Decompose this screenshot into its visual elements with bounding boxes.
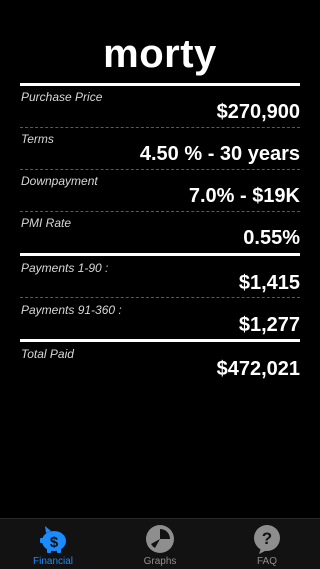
tab-graphs-label: Graphs — [143, 556, 177, 567]
terms-value[interactable]: 4.50 % - 30 years — [140, 142, 300, 166]
payments-1-90-label: Payments 1-90 : — [21, 261, 109, 275]
pie-chart-icon — [146, 525, 174, 553]
piggy-bank-dollar-icon: $ — [40, 526, 66, 553]
svg-text:?: ? — [262, 529, 272, 548]
terms-label: Terms — [21, 132, 54, 146]
downpayment-label: Downpayment — [21, 174, 98, 188]
pmi-rate-label: PMI Rate — [21, 216, 72, 230]
row-divider — [20, 169, 300, 170]
tab-faq-label: FAQ — [256, 556, 277, 567]
row-divider — [20, 127, 300, 128]
tab-bar: $ Financial Graphs ? FAQ — [0, 518, 320, 569]
row-divider — [20, 297, 300, 298]
tab-financial[interactable]: $ Financial — [0, 519, 106, 569]
payments-1-90-value: $1,415 — [238, 272, 300, 294]
question-bubble-icon: ? — [254, 525, 280, 554]
header-divider — [20, 83, 300, 86]
tab-faq[interactable]: ? FAQ — [214, 519, 320, 569]
total-divider — [20, 339, 300, 342]
section-divider — [20, 253, 300, 256]
tab-financial-label: Financial — [32, 556, 74, 567]
purchase-price-value[interactable]: $270,900 — [217, 100, 300, 124]
payments-91-360-label: Payments 91-360 : — [21, 303, 122, 317]
tab-graphs[interactable]: Graphs — [107, 519, 213, 569]
purchase-price-label: Purchase Price — [21, 90, 103, 104]
total-paid-value: $472,021 — [216, 358, 300, 380]
app-title: morty — [103, 32, 217, 76]
payments-91-360-value: $1,277 — [238, 314, 300, 336]
pmi-rate-value[interactable]: 0.55% — [243, 226, 300, 250]
total-paid-label: Total Paid — [21, 347, 74, 361]
row-divider — [20, 211, 300, 212]
svg-text:$: $ — [50, 534, 59, 551]
downpayment-value[interactable]: 7.0% - $19K — [189, 184, 300, 208]
